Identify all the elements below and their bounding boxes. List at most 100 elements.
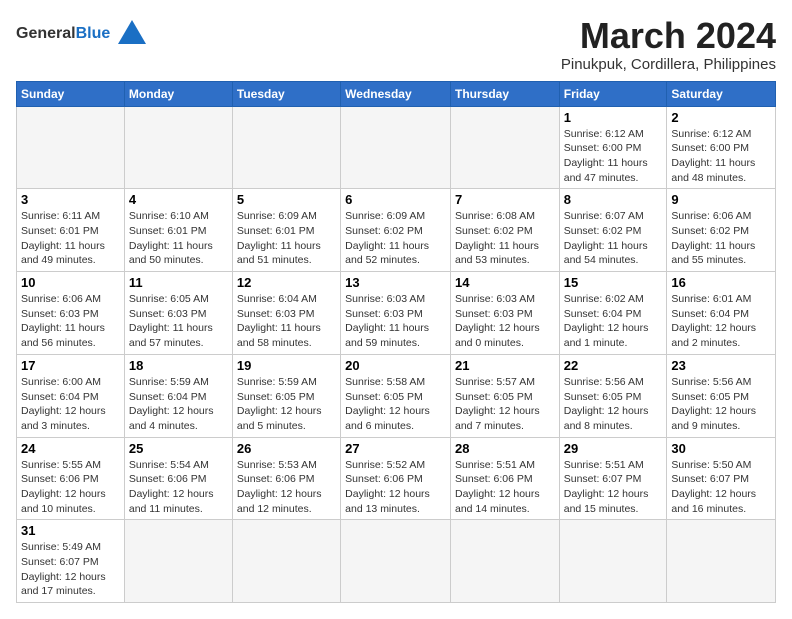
- weekday-header-row: SundayMondayTuesdayWednesdayThursdayFrid…: [17, 81, 776, 106]
- calendar-cell: 24Sunrise: 5:55 AM Sunset: 6:06 PM Dayli…: [17, 437, 125, 520]
- calendar-cell: 5Sunrise: 6:09 AM Sunset: 6:01 PM Daylig…: [232, 189, 340, 272]
- logo-general: General: [16, 25, 76, 42]
- calendar-week-row: 31Sunrise: 5:49 AM Sunset: 6:07 PM Dayli…: [17, 520, 776, 603]
- day-info: Sunrise: 6:03 AM Sunset: 6:03 PM Dayligh…: [345, 292, 446, 351]
- logo: GeneralBlue: [16, 16, 150, 52]
- day-info: Sunrise: 5:50 AM Sunset: 6:07 PM Dayligh…: [671, 458, 771, 517]
- calendar-cell: [232, 106, 340, 189]
- day-number: 28: [455, 441, 555, 456]
- calendar-cell: 25Sunrise: 5:54 AM Sunset: 6:06 PM Dayli…: [124, 437, 232, 520]
- day-info: Sunrise: 6:11 AM Sunset: 6:01 PM Dayligh…: [21, 209, 120, 268]
- day-number: 14: [455, 275, 555, 290]
- day-info: Sunrise: 5:56 AM Sunset: 6:05 PM Dayligh…: [564, 375, 663, 434]
- calendar-cell: 20Sunrise: 5:58 AM Sunset: 6:05 PM Dayli…: [341, 354, 451, 437]
- day-info: Sunrise: 5:51 AM Sunset: 6:07 PM Dayligh…: [564, 458, 663, 517]
- calendar-table: SundayMondayTuesdayWednesdayThursdayFrid…: [16, 81, 776, 604]
- calendar-cell: 11Sunrise: 6:05 AM Sunset: 6:03 PM Dayli…: [124, 272, 232, 355]
- day-number: 19: [237, 358, 336, 373]
- calendar-cell: 19Sunrise: 5:59 AM Sunset: 6:05 PM Dayli…: [232, 354, 340, 437]
- page-header: GeneralBlue March 2024 Pinukpuk, Cordill…: [16, 16, 776, 73]
- day-number: 16: [671, 275, 771, 290]
- day-info: Sunrise: 5:59 AM Sunset: 6:04 PM Dayligh…: [129, 375, 228, 434]
- day-info: Sunrise: 6:03 AM Sunset: 6:03 PM Dayligh…: [455, 292, 555, 351]
- calendar-cell: [450, 106, 559, 189]
- calendar-week-row: 24Sunrise: 5:55 AM Sunset: 6:06 PM Dayli…: [17, 437, 776, 520]
- day-number: 18: [129, 358, 228, 373]
- calendar-cell: [667, 520, 776, 603]
- calendar-cell: 14 Sunrise: 6:03 AM Sunset: 6:03 PM Dayli…: [450, 272, 559, 355]
- calendar-cell: 1 Sunrise: 6:12 AM Sunset: 6:00 PM Daylig…: [559, 106, 667, 189]
- day-number: 21: [455, 358, 555, 373]
- day-info: Sunrise: 5:53 AM Sunset: 6:06 PM Dayligh…: [237, 458, 336, 517]
- calendar-cell: [559, 520, 667, 603]
- weekday-header-saturday: Saturday: [667, 81, 776, 106]
- day-info: Sunrise: 6:08 AM Sunset: 6:02 PM Dayligh…: [455, 209, 555, 268]
- calendar-week-row: 3 Sunrise: 6:11 AM Sunset: 6:01 PM Daylig…: [17, 189, 776, 272]
- calendar-cell: 21Sunrise: 5:57 AM Sunset: 6:05 PM Dayli…: [450, 354, 559, 437]
- calendar-cell: [450, 520, 559, 603]
- day-number: 15: [564, 275, 663, 290]
- day-info: Sunrise: 6:00 AM Sunset: 6:04 PM Dayligh…: [21, 375, 120, 434]
- day-info: Sunrise: 6:04 AM Sunset: 6:03 PM Dayligh…: [237, 292, 336, 351]
- calendar-cell: 10 Sunrise: 6:06 AM Sunset: 6:03 PM Dayli…: [17, 272, 125, 355]
- logo-blue: Blue: [76, 25, 111, 42]
- day-number: 9: [671, 192, 771, 207]
- day-number: 6: [345, 192, 446, 207]
- day-number: 17: [21, 358, 120, 373]
- weekday-header-tuesday: Tuesday: [232, 81, 340, 106]
- calendar-cell: 26 Sunrise: 5:53 AM Sunset: 6:06 PM Dayli…: [232, 437, 340, 520]
- day-number: 4: [129, 192, 228, 207]
- day-number: 25: [129, 441, 228, 456]
- calendar-cell: 16Sunrise: 6:01 AM Sunset: 6:04 PM Dayli…: [667, 272, 776, 355]
- day-info: Sunrise: 6:12 AM Sunset: 6:00 PM Dayligh…: [564, 127, 663, 186]
- calendar-cell: 22 Sunrise: 5:56 AM Sunset: 6:05 PM Dayli…: [559, 354, 667, 437]
- day-number: 1: [564, 110, 663, 125]
- day-number: 30: [671, 441, 771, 456]
- day-number: 22: [564, 358, 663, 373]
- calendar-cell: 8Sunrise: 6:07 AM Sunset: 6:02 PM Daylig…: [559, 189, 667, 272]
- calendar-cell: 12 Sunrise: 6:04 AM Sunset: 6:03 PM Dayli…: [232, 272, 340, 355]
- calendar-cell: [341, 106, 451, 189]
- day-number: 26: [237, 441, 336, 456]
- calendar-cell: 4 Sunrise: 6:10 AM Sunset: 6:01 PM Daylig…: [124, 189, 232, 272]
- logo-text: GeneralBlue: [16, 25, 110, 43]
- day-info: Sunrise: 5:55 AM Sunset: 6:06 PM Dayligh…: [21, 458, 120, 517]
- day-info: Sunrise: 5:51 AM Sunset: 6:06 PM Dayligh…: [455, 458, 555, 517]
- calendar-cell: 17 Sunrise: 6:00 AM Sunset: 6:04 PM Dayli…: [17, 354, 125, 437]
- calendar-cell: [341, 520, 451, 603]
- calendar-title: March 2024: [561, 16, 776, 56]
- day-info: Sunrise: 6:02 AM Sunset: 6:04 PM Dayligh…: [564, 292, 663, 351]
- weekday-header-thursday: Thursday: [450, 81, 559, 106]
- calendar-cell: 6Sunrise: 6:09 AM Sunset: 6:02 PM Daylig…: [341, 189, 451, 272]
- day-info: Sunrise: 6:06 AM Sunset: 6:03 PM Dayligh…: [21, 292, 120, 351]
- logo-icon: [114, 16, 150, 52]
- calendar-cell: 2 Sunrise: 6:12 AM Sunset: 6:00 PM Daylig…: [667, 106, 776, 189]
- day-info: Sunrise: 6:06 AM Sunset: 6:02 PM Dayligh…: [671, 209, 771, 268]
- day-number: 20: [345, 358, 446, 373]
- weekday-header-friday: Friday: [559, 81, 667, 106]
- calendar-cell: [232, 520, 340, 603]
- calendar-cell: 9 Sunrise: 6:06 AM Sunset: 6:02 PM Daylig…: [667, 189, 776, 272]
- day-info: Sunrise: 6:12 AM Sunset: 6:00 PM Dayligh…: [671, 127, 771, 186]
- calendar-cell: 29 Sunrise: 5:51 AM Sunset: 6:07 PM Dayli…: [559, 437, 667, 520]
- calendar-cell: 28 Sunrise: 5:51 AM Sunset: 6:06 PM Dayli…: [450, 437, 559, 520]
- calendar-cell: 15 Sunrise: 6:02 AM Sunset: 6:04 PM Dayli…: [559, 272, 667, 355]
- day-number: 2: [671, 110, 771, 125]
- calendar-week-row: 17 Sunrise: 6:00 AM Sunset: 6:04 PM Dayli…: [17, 354, 776, 437]
- calendar-cell: [124, 520, 232, 603]
- day-number: 29: [564, 441, 663, 456]
- day-info: Sunrise: 6:10 AM Sunset: 6:01 PM Dayligh…: [129, 209, 228, 268]
- calendar-cell: [124, 106, 232, 189]
- calendar-cell: 23Sunrise: 5:56 AM Sunset: 6:05 PM Dayli…: [667, 354, 776, 437]
- title-area: March 2024 Pinukpuk, Cordillera, Philipp…: [561, 16, 776, 73]
- weekday-header-sunday: Sunday: [17, 81, 125, 106]
- day-info: Sunrise: 6:05 AM Sunset: 6:03 PM Dayligh…: [129, 292, 228, 351]
- calendar-cell: 7Sunrise: 6:08 AM Sunset: 6:02 PM Daylig…: [450, 189, 559, 272]
- weekday-header-monday: Monday: [124, 81, 232, 106]
- calendar-cell: 3 Sunrise: 6:11 AM Sunset: 6:01 PM Daylig…: [17, 189, 125, 272]
- day-number: 23: [671, 358, 771, 373]
- day-number: 10: [21, 275, 120, 290]
- calendar-cell: 31Sunrise: 5:49 AM Sunset: 6:07 PM Dayli…: [17, 520, 125, 603]
- day-number: 12: [237, 275, 336, 290]
- day-number: 3: [21, 192, 120, 207]
